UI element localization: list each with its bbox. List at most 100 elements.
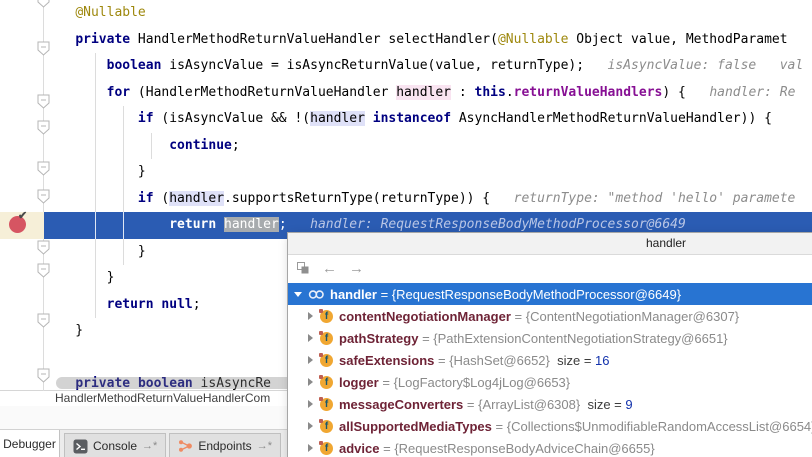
code-text — [216, 217, 224, 232]
code-line[interactable]: } — [44, 159, 812, 186]
variable-value: {Collections$UnmodifiableRandomAccessLis… — [507, 419, 812, 434]
field-icon: f — [320, 332, 333, 345]
fold-marker-icon[interactable] — [37, 368, 50, 388]
code-text: } — [44, 270, 114, 285]
code-text: isAsyncValue = isAsyncReturnValue(value,… — [161, 58, 607, 73]
code-text: ; — [193, 297, 201, 312]
popup-title: handler — [646, 233, 686, 254]
copy-value-icon[interactable] — [296, 261, 310, 278]
chevron-right-icon[interactable] — [308, 400, 313, 408]
chevron-right-icon[interactable] — [308, 422, 313, 430]
size-label: size = — [550, 353, 595, 368]
field-icon: f — [320, 310, 333, 323]
code-text: @Nullable — [75, 5, 145, 20]
fold-marker-icon[interactable] — [37, 120, 50, 140]
variable-row[interactable]: f allSupportedMediaTypes = {Collections$U… — [288, 415, 812, 437]
variable-row[interactable]: fpathStrategy = {PathExtensionContentNeg… — [288, 327, 812, 349]
fold-marker-icon[interactable] — [37, 240, 50, 260]
inline-debug-hint: handler: Re — [709, 85, 795, 100]
equals-sign: = — [511, 309, 526, 324]
equals-sign: = — [418, 331, 433, 346]
code-text — [44, 217, 169, 232]
chevron-down-icon[interactable] — [294, 292, 302, 297]
inline-debug-hint: isAsyncValue: false val — [608, 58, 804, 73]
code-line[interactable]: private HandlerMethodReturnValueHandler … — [44, 27, 812, 54]
code-text — [44, 58, 107, 73]
chevron-right-icon[interactable] — [308, 378, 313, 386]
chevron-right-icon[interactable] — [308, 312, 313, 320]
tab-endpoints[interactable]: Endpoints→* — [169, 433, 281, 457]
endpoints-icon — [178, 439, 193, 453]
code-text: handler — [169, 191, 224, 206]
field-icon: f — [320, 398, 333, 411]
variable-row-root[interactable]: handler = {RequestResponseBodyMethodProc… — [288, 283, 812, 305]
equals-sign: = — [434, 353, 449, 368]
code-text — [44, 111, 138, 126]
variable-row[interactable]: fsafeExtensions = {HashSet@6652} size = … — [288, 349, 812, 371]
fold-marker-icon[interactable] — [37, 189, 50, 209]
size-value: 16 — [595, 353, 609, 368]
code-text: ( — [154, 191, 170, 206]
code-text: ) { — [662, 85, 709, 100]
inline-debug-hint: returnType: "method 'hello' paramete — [514, 191, 796, 206]
code-text: .supportsReturnType(returnType)) { — [224, 191, 514, 206]
tab-label: Console — [93, 439, 137, 453]
size-value: 9 — [625, 397, 632, 412]
code-text — [365, 111, 373, 126]
fold-marker-icon[interactable] — [37, 41, 50, 61]
equals-sign: = — [463, 397, 478, 412]
variable-row[interactable]: fadvice = {RequestResponseBodyAdviceChai… — [288, 437, 812, 457]
variable-value: {ContentNegotiationManager@6307} — [526, 309, 739, 324]
variable-name: logger — [339, 375, 379, 390]
chevron-right-icon[interactable] — [308, 334, 313, 342]
field-icon: f — [320, 442, 333, 455]
code-line[interactable]: boolean isAsyncValue = isAsyncReturnValu… — [44, 53, 812, 80]
code-text: instanceof — [373, 111, 451, 126]
forward-arrow-icon[interactable]: → — [349, 262, 364, 276]
value-watch-icon — [308, 289, 325, 300]
breakpoint-check-icon: ✔ — [18, 209, 27, 222]
variable-row[interactable]: flogger = {LogFactory$Log4jLog@6653} — [288, 371, 812, 393]
fold-marker-icon[interactable] — [37, 263, 50, 283]
variable-name: handler — [330, 287, 377, 302]
variables-tree: handler = {RequestResponseBodyMethodProc… — [288, 283, 812, 457]
variable-row[interactable]: fmessageConverters = {ArrayList@6308} si… — [288, 393, 812, 415]
field-icon: f — [320, 420, 333, 433]
fold-marker-icon[interactable] — [37, 313, 50, 333]
code-line[interactable]: continue; — [44, 133, 812, 160]
code-text: (HandlerMethodReturnValueHandler — [130, 85, 396, 100]
code-text: handler — [396, 85, 451, 100]
code-line[interactable]: if (handler.supportsReturnType(returnTyp… — [44, 186, 812, 213]
variable-inspect-popup: handler ←→ handler = {RequestResponseBod… — [287, 232, 812, 457]
chevron-right-icon[interactable] — [308, 356, 313, 364]
tab-label: Endpoints — [198, 439, 251, 453]
fold-marker-icon[interactable] — [37, 94, 50, 114]
tab-debugger[interactable]: Debugger — [0, 430, 60, 457]
code-text — [44, 138, 169, 153]
equals-sign: = — [379, 441, 394, 456]
code-text: AsyncHandlerMethodReturnValueHandler)) { — [451, 111, 772, 126]
code-line[interactable]: if (isAsyncValue && !(handler instanceof… — [44, 106, 812, 133]
code-line[interactable]: for (HandlerMethodReturnValueHandler han… — [44, 80, 812, 107]
variable-row[interactable]: fcontentNegotiationManager = {ContentNeg… — [288, 305, 812, 327]
code-text: Object value, MethodParamet — [568, 32, 787, 47]
code-line[interactable]: @Nullable — [44, 0, 812, 27]
equals-sign: = — [379, 375, 394, 390]
fold-marker-icon[interactable] — [37, 0, 50, 13]
ide-debugger-screen: @Nullable private HandlerMethodReturnVal… — [0, 0, 812, 457]
code-text: } — [44, 244, 146, 259]
fold-marker-icon[interactable] — [37, 161, 50, 181]
variable-name: messageConverters — [339, 397, 463, 412]
popup-toolbar: ←→ — [288, 255, 812, 283]
code-text: boolean — [107, 58, 162, 73]
back-arrow-icon[interactable]: ← — [322, 262, 337, 276]
code-text: returnValueHandlers — [514, 85, 663, 100]
popup-title-bar[interactable]: handler — [288, 233, 812, 255]
variable-name: allSupportedMediaTypes — [339, 419, 492, 434]
code-text: return — [107, 297, 154, 312]
chevron-right-icon[interactable] — [308, 444, 313, 452]
code-text: HandlerMethodReturnValueHandler selectHa… — [130, 32, 498, 47]
breadcrumb-class-name[interactable]: HandlerMethodReturnValueHandlerCom — [55, 391, 270, 405]
equals-sign: = — [492, 419, 507, 434]
tab-console[interactable]: Console→* — [64, 433, 166, 457]
